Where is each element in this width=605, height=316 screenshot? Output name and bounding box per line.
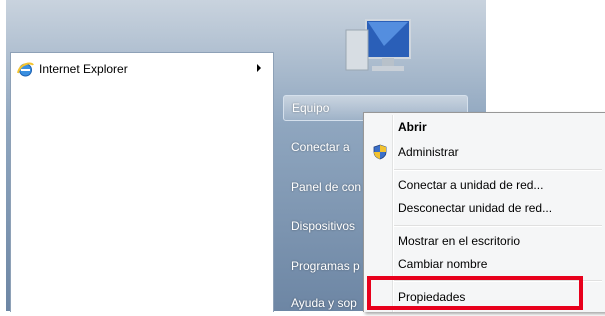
- menu-item-label: Mostrar en el escritorio: [398, 234, 521, 248]
- menu-item-label: Desconectar unidad de red...: [398, 201, 553, 215]
- computer-monitor-icon: [340, 16, 416, 78]
- programs-pane: Internet Explorer: [10, 52, 274, 312]
- program-label: Internet Explorer: [39, 62, 128, 76]
- menu-item-label: Cambiar nombre: [398, 257, 488, 271]
- menu-item-abrir[interactable]: Abrir: [366, 116, 604, 138]
- program-item-internet-explorer[interactable]: Internet Explorer: [15, 59, 267, 79]
- menu-item-label: Administrar: [398, 145, 459, 159]
- menu-item-label: Abrir: [398, 120, 427, 134]
- submenu-arrow-icon[interactable]: [257, 64, 261, 72]
- menu-item-desconectar-unidad-red[interactable]: Desconectar unidad de red...: [366, 197, 604, 219]
- menu-item-mostrar-escritorio[interactable]: Mostrar en el escritorio: [366, 230, 604, 252]
- menu-separator: [394, 169, 602, 171]
- highlight-annotation-box: [367, 276, 583, 310]
- menu-item-administrar[interactable]: Administrar: [366, 141, 604, 163]
- menu-separator: [394, 225, 602, 227]
- menu-item-conectar-unidad-red[interactable]: Conectar a unidad de red...: [366, 174, 604, 196]
- shield-icon: [372, 144, 388, 160]
- internet-explorer-icon: [17, 61, 34, 78]
- menu-item-label: Conectar a unidad de red...: [398, 178, 544, 192]
- menu-item-cambiar-nombre[interactable]: Cambiar nombre: [366, 253, 604, 275]
